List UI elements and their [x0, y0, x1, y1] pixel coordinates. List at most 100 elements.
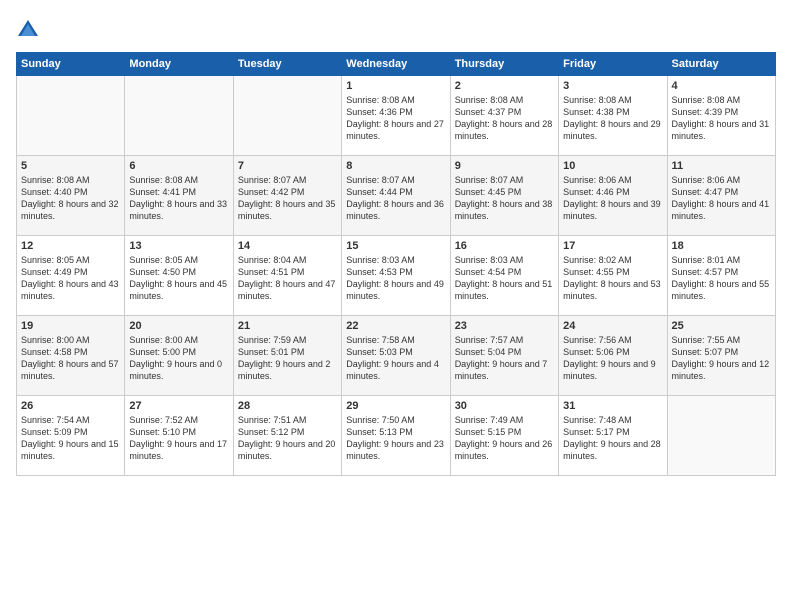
day-info: Sunrise: 7:57 AM Sunset: 5:04 PM Dayligh… — [455, 334, 554, 383]
calendar-cell: 19 Sunrise: 8:00 AM Sunset: 4:58 PM Dayli… — [17, 316, 125, 396]
day-info: Sunrise: 7:49 AM Sunset: 5:15 PM Dayligh… — [455, 414, 554, 463]
calendar-cell: 15 Sunrise: 8:03 AM Sunset: 4:53 PM Dayli… — [342, 236, 450, 316]
calendar-cell: 21 Sunrise: 7:59 AM Sunset: 5:01 PM Dayli… — [233, 316, 341, 396]
calendar-cell: 14 Sunrise: 8:04 AM Sunset: 4:51 PM Dayli… — [233, 236, 341, 316]
calendar-cell: 1 Sunrise: 8:08 AM Sunset: 4:36 PM Daylig… — [342, 76, 450, 156]
calendar-cell: 27 Sunrise: 7:52 AM Sunset: 5:10 PM Dayli… — [125, 396, 233, 476]
day-info: Sunrise: 7:56 AM Sunset: 5:06 PM Dayligh… — [563, 334, 662, 383]
day-info: Sunrise: 8:07 AM Sunset: 4:44 PM Dayligh… — [346, 174, 445, 223]
day-number: 29 — [346, 400, 445, 412]
day-number: 8 — [346, 160, 445, 172]
weekday-header-row: SundayMondayTuesdayWednesdayThursdayFrid… — [17, 53, 776, 76]
day-info: Sunrise: 8:07 AM Sunset: 4:45 PM Dayligh… — [455, 174, 554, 223]
day-number: 3 — [563, 80, 662, 92]
weekday-header-friday: Friday — [559, 53, 667, 76]
day-info: Sunrise: 8:06 AM Sunset: 4:46 PM Dayligh… — [563, 174, 662, 223]
day-number: 10 — [563, 160, 662, 172]
calendar-cell: 17Sunrise: 8:02 AM Sunset: 4:55 PM Dayli… — [559, 236, 667, 316]
day-info: Sunrise: 7:59 AM Sunset: 5:01 PM Dayligh… — [238, 334, 337, 383]
day-number: 11 — [672, 160, 771, 172]
calendar: SundayMondayTuesdayWednesdayThursdayFrid… — [16, 52, 776, 476]
calendar-week-3: 12Sunrise: 8:05 AM Sunset: 4:49 PM Dayli… — [17, 236, 776, 316]
day-number: 26 — [21, 400, 120, 412]
day-number: 7 — [238, 160, 337, 172]
calendar-cell: 6 Sunrise: 8:08 AM Sunset: 4:41 PM Daylig… — [125, 156, 233, 236]
weekday-header-monday: Monday — [125, 53, 233, 76]
day-info: Sunrise: 7:54 AM Sunset: 5:09 PM Dayligh… — [21, 414, 120, 463]
calendar-week-4: 19 Sunrise: 8:00 AM Sunset: 4:58 PM Dayli… — [17, 316, 776, 396]
calendar-cell: 7 Sunrise: 8:07 AM Sunset: 4:42 PM Daylig… — [233, 156, 341, 236]
calendar-cell: 8 Sunrise: 8:07 AM Sunset: 4:44 PM Daylig… — [342, 156, 450, 236]
calendar-cell: 25Sunrise: 7:55 AM Sunset: 5:07 PM Dayli… — [667, 316, 775, 396]
calendar-cell: 22Sunrise: 7:58 AM Sunset: 5:03 PM Dayli… — [342, 316, 450, 396]
day-number: 15 — [346, 240, 445, 252]
page: SundayMondayTuesdayWednesdayThursdayFrid… — [0, 0, 792, 612]
calendar-cell: 30 Sunrise: 7:49 AM Sunset: 5:15 PM Dayli… — [450, 396, 558, 476]
day-info: Sunrise: 8:08 AM Sunset: 4:41 PM Dayligh… — [129, 174, 228, 223]
calendar-cell: 23 Sunrise: 7:57 AM Sunset: 5:04 PM Dayli… — [450, 316, 558, 396]
day-number: 16 — [455, 240, 554, 252]
calendar-cell: 11 Sunrise: 8:06 AM Sunset: 4:47 PM Dayli… — [667, 156, 775, 236]
day-number: 4 — [672, 80, 771, 92]
calendar-cell: 16 Sunrise: 8:03 AM Sunset: 4:54 PM Dayli… — [450, 236, 558, 316]
calendar-cell: 10 Sunrise: 8:06 AM Sunset: 4:46 PM Dayli… — [559, 156, 667, 236]
day-info: Sunrise: 8:03 AM Sunset: 4:53 PM Dayligh… — [346, 254, 445, 303]
day-info: Sunrise: 8:03 AM Sunset: 4:54 PM Dayligh… — [455, 254, 554, 303]
day-info: Sunrise: 8:08 AM Sunset: 4:36 PM Dayligh… — [346, 94, 445, 143]
calendar-cell: 12Sunrise: 8:05 AM Sunset: 4:49 PM Dayli… — [17, 236, 125, 316]
day-info: Sunrise: 8:02 AM Sunset: 4:55 PM Dayligh… — [563, 254, 662, 303]
day-number: 28 — [238, 400, 337, 412]
calendar-cell: 2 Sunrise: 8:08 AM Sunset: 4:37 PM Daylig… — [450, 76, 558, 156]
weekday-header-tuesday: Tuesday — [233, 53, 341, 76]
calendar-week-5: 26 Sunrise: 7:54 AM Sunset: 5:09 PM Dayli… — [17, 396, 776, 476]
day-info: Sunrise: 7:48 AM Sunset: 5:17 PM Dayligh… — [563, 414, 662, 463]
header — [16, 16, 776, 42]
day-info: Sunrise: 8:07 AM Sunset: 4:42 PM Dayligh… — [238, 174, 337, 223]
day-info: Sunrise: 7:58 AM Sunset: 5:03 PM Dayligh… — [346, 334, 445, 383]
day-number: 31 — [563, 400, 662, 412]
day-info: Sunrise: 7:52 AM Sunset: 5:10 PM Dayligh… — [129, 414, 228, 463]
day-number: 21 — [238, 320, 337, 332]
day-number: 12 — [21, 240, 120, 252]
day-info: Sunrise: 8:04 AM Sunset: 4:51 PM Dayligh… — [238, 254, 337, 303]
day-number: 9 — [455, 160, 554, 172]
day-number: 23 — [455, 320, 554, 332]
calendar-cell: 18 Sunrise: 8:01 AM Sunset: 4:57 PM Dayli… — [667, 236, 775, 316]
calendar-cell — [233, 76, 341, 156]
logo-icon — [16, 18, 40, 42]
day-info: Sunrise: 8:00 AM Sunset: 5:00 PM Dayligh… — [129, 334, 228, 383]
day-info: Sunrise: 8:01 AM Sunset: 4:57 PM Dayligh… — [672, 254, 771, 303]
day-number: 13 — [129, 240, 228, 252]
calendar-cell: 4Sunrise: 8:08 AM Sunset: 4:39 PM Daylig… — [667, 76, 775, 156]
calendar-cell: 31 Sunrise: 7:48 AM Sunset: 5:17 PM Dayli… — [559, 396, 667, 476]
calendar-cell: 5Sunrise: 8:08 AM Sunset: 4:40 PM Daylig… — [17, 156, 125, 236]
day-number: 30 — [455, 400, 554, 412]
day-number: 18 — [672, 240, 771, 252]
calendar-cell — [667, 396, 775, 476]
calendar-cell: 26 Sunrise: 7:54 AM Sunset: 5:09 PM Dayli… — [17, 396, 125, 476]
day-number: 19 — [21, 320, 120, 332]
calendar-cell: 29Sunrise: 7:50 AM Sunset: 5:13 PM Dayli… — [342, 396, 450, 476]
day-info: Sunrise: 8:00 AM Sunset: 4:58 PM Dayligh… — [21, 334, 120, 383]
day-number: 25 — [672, 320, 771, 332]
day-info: Sunrise: 8:08 AM Sunset: 4:37 PM Dayligh… — [455, 94, 554, 143]
day-info: Sunrise: 8:05 AM Sunset: 4:50 PM Dayligh… — [129, 254, 228, 303]
calendar-cell — [125, 76, 233, 156]
weekday-header-thursday: Thursday — [450, 53, 558, 76]
day-number: 2 — [455, 80, 554, 92]
weekday-header-wednesday: Wednesday — [342, 53, 450, 76]
day-number: 1 — [346, 80, 445, 92]
day-number: 27 — [129, 400, 228, 412]
calendar-cell: 28 Sunrise: 7:51 AM Sunset: 5:12 PM Dayli… — [233, 396, 341, 476]
day-number: 24 — [563, 320, 662, 332]
day-info: Sunrise: 8:06 AM Sunset: 4:47 PM Dayligh… — [672, 174, 771, 223]
calendar-week-1: 1 Sunrise: 8:08 AM Sunset: 4:36 PM Daylig… — [17, 76, 776, 156]
weekday-header-saturday: Saturday — [667, 53, 775, 76]
day-number: 14 — [238, 240, 337, 252]
day-info: Sunrise: 7:51 AM Sunset: 5:12 PM Dayligh… — [238, 414, 337, 463]
calendar-cell: 24 Sunrise: 7:56 AM Sunset: 5:06 PM Dayli… — [559, 316, 667, 396]
weekday-header-sunday: Sunday — [17, 53, 125, 76]
day-number: 5 — [21, 160, 120, 172]
calendar-cell: 3Sunrise: 8:08 AM Sunset: 4:38 PM Daylig… — [559, 76, 667, 156]
day-number: 6 — [129, 160, 228, 172]
